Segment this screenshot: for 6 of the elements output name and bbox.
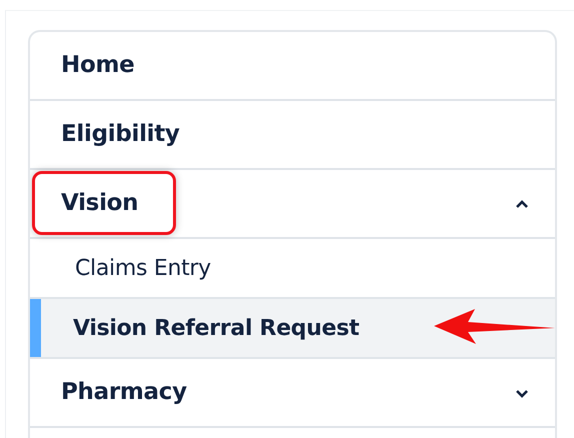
menu-item[interactable]: Pharmacy <box>30 359 555 428</box>
submenu-item[interactable]: Vision Referral Request <box>30 299 555 359</box>
menu-item[interactable]: Home <box>30 32 555 101</box>
selection-bar <box>30 299 41 357</box>
menu-item[interactable]: Vision <box>30 170 555 239</box>
menu-item[interactable]: Eligibility <box>30 101 555 170</box>
